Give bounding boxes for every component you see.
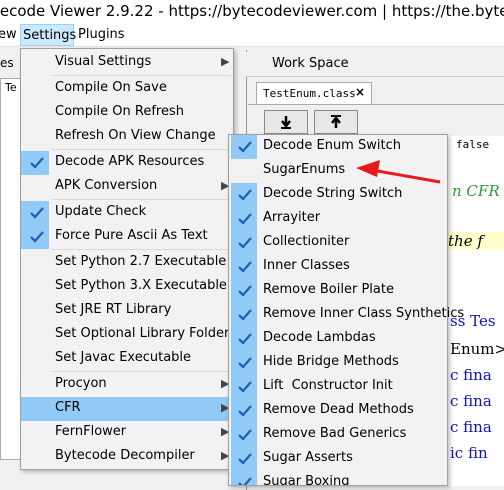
checkmark-icon bbox=[238, 429, 252, 441]
cfr-item-decode-lambdas[interactable]: Decode Lambdas bbox=[229, 327, 447, 351]
cfr-submenu: Decode Enum Switch SugarEnums Decode Str… bbox=[228, 134, 464, 486]
menu-item-set-javac[interactable]: Set Javac Executable bbox=[21, 347, 233, 371]
checkmark-icon bbox=[238, 213, 252, 225]
checkmark-icon bbox=[238, 261, 252, 273]
menu-item-set-python-27[interactable]: Set Python 2.7 Executable bbox=[21, 251, 233, 275]
menu-view[interactable]: ew bbox=[0, 24, 19, 46]
checkmark-icon bbox=[238, 237, 252, 249]
tab-divider bbox=[248, 104, 504, 105]
code-false: false bbox=[456, 138, 490, 151]
menu-separator bbox=[51, 199, 231, 200]
menu-separator bbox=[51, 249, 231, 250]
tab-label: TestEnum.class bbox=[263, 87, 356, 100]
checkmark-icon bbox=[238, 357, 252, 369]
menu-separator bbox=[51, 149, 231, 150]
workspace-header: Work Space bbox=[246, 52, 504, 77]
menu-item-compile-on-save[interactable]: Compile On Save bbox=[21, 77, 233, 101]
workspace-title: Work Space bbox=[272, 56, 349, 71]
cfr-item-inner-classes[interactable]: Inner Classes bbox=[229, 255, 447, 279]
download-button[interactable] bbox=[264, 110, 308, 134]
checkmark-icon bbox=[30, 157, 44, 169]
cfr-item-remove-inner-class-synthetics[interactable]: Remove Inner Class Synthetics bbox=[229, 303, 464, 327]
menu-separator bbox=[51, 75, 231, 76]
checkmark-icon bbox=[238, 381, 252, 393]
checkmark-icon bbox=[238, 405, 252, 417]
code-field-3: c fina bbox=[450, 418, 492, 436]
checkmark-icon bbox=[238, 453, 252, 465]
checkmark-icon bbox=[238, 309, 252, 321]
menu-item-apk-conversion[interactable]: APK Conversion ▶ bbox=[21, 175, 233, 199]
menu-item-fernflower[interactable]: FernFlower ▶ bbox=[21, 421, 233, 445]
cfr-item-remove-boiler-plate[interactable]: Remove Boiler Plate bbox=[229, 279, 447, 303]
code-field-4: ic fin bbox=[450, 444, 488, 462]
menu-item-cfr[interactable]: CFR ▶ bbox=[21, 397, 233, 421]
menu-item-bytecode-decompiler[interactable]: Bytecode Decompiler ▶ bbox=[21, 445, 233, 469]
menu-bar: ew Settings Plugins bbox=[0, 24, 504, 47]
checkmark-icon bbox=[30, 231, 44, 243]
cfr-item-arrayiter[interactable]: Arrayiter bbox=[229, 207, 447, 231]
menu-item-force-pure-ascii[interactable]: Force Pure Ascii As Text bbox=[21, 225, 233, 249]
upload-button[interactable] bbox=[314, 110, 358, 134]
cfr-item-sugar-asserts[interactable]: Sugar Asserts bbox=[229, 447, 447, 471]
cfr-item-collectioniter[interactable]: Collectioniter bbox=[229, 231, 447, 255]
code-field-1: c fina bbox=[450, 366, 492, 384]
code-comment: n CFR bbox=[452, 182, 500, 200]
checkmark-icon bbox=[30, 207, 44, 219]
menu-item-set-optional-library[interactable]: Set Optional Library Folder bbox=[21, 323, 233, 347]
cfr-item-hide-bridge-methods[interactable]: Hide Bridge Methods bbox=[229, 351, 447, 375]
settings-menu: Visual Settings ▶ Compile On Save Compil… bbox=[20, 48, 234, 470]
code-enum-type: Enum> bbox=[450, 340, 504, 358]
navigator-tab[interactable]: es bbox=[0, 56, 14, 70]
cfr-item-lift-constructor-init[interactable]: Lift Constructor Init bbox=[229, 375, 447, 399]
menu-item-set-python-3x[interactable]: Set Python 3.X Executable bbox=[21, 275, 233, 299]
cfr-item-decode-string-switch[interactable]: Decode String Switch bbox=[229, 183, 447, 207]
menu-item-set-jre-rt[interactable]: Set JRE RT Library bbox=[21, 299, 233, 323]
menu-item-procyon[interactable]: Procyon ▶ bbox=[21, 373, 233, 397]
arrow-up-icon bbox=[331, 115, 341, 128]
cfr-item-decode-enum-switch[interactable]: Decode Enum Switch bbox=[229, 135, 447, 159]
checkmark-icon bbox=[238, 141, 252, 153]
menu-settings[interactable]: Settings bbox=[20, 24, 76, 46]
checkmark-icon bbox=[238, 285, 252, 297]
menu-separator bbox=[51, 371, 231, 372]
code-highlighted-line: the f bbox=[448, 232, 504, 250]
cfr-item-remove-dead-methods[interactable]: Remove Dead Methods bbox=[229, 399, 447, 423]
menu-item-decode-apk-resources[interactable]: Decode APK Resources bbox=[21, 151, 233, 175]
tab-close-icon[interactable]: × bbox=[355, 85, 365, 99]
tree-node[interactable]: Te bbox=[5, 81, 17, 94]
cfr-item-sugarenums[interactable]: SugarEnums bbox=[229, 159, 447, 183]
arrow-down-icon bbox=[281, 116, 291, 129]
window-title: tecode Viewer 2.9.22 - https://bytecodev… bbox=[0, 2, 504, 20]
menu-plugins[interactable]: Plugins bbox=[76, 24, 127, 46]
tab-testenum-class[interactable]: TestEnum.class × bbox=[256, 82, 372, 105]
menu-item-refresh-on-view-change[interactable]: Refresh On View Change bbox=[21, 125, 233, 149]
cfr-item-remove-bad-generics[interactable]: Remove Bad Generics bbox=[229, 423, 447, 447]
checkmark-icon bbox=[238, 477, 252, 485]
menu-item-compile-on-refresh[interactable]: Compile On Refresh bbox=[21, 101, 233, 125]
menu-item-update-check[interactable]: Update Check bbox=[21, 201, 233, 225]
window-title-bar: tecode Viewer 2.9.22 - https://bytecodev… bbox=[0, 0, 504, 24]
file-tree[interactable]: Te bbox=[0, 78, 22, 460]
menu-item-visual-settings[interactable]: Visual Settings ▶ bbox=[21, 51, 233, 75]
submenu-arrow-icon: ▶ bbox=[221, 55, 230, 68]
cfr-item-sugar-boxing[interactable]: Sugar Boxing bbox=[229, 471, 447, 485]
checkmark-icon bbox=[238, 333, 252, 345]
checkmark-icon bbox=[238, 189, 252, 201]
code-field-2: c fina bbox=[450, 392, 492, 410]
